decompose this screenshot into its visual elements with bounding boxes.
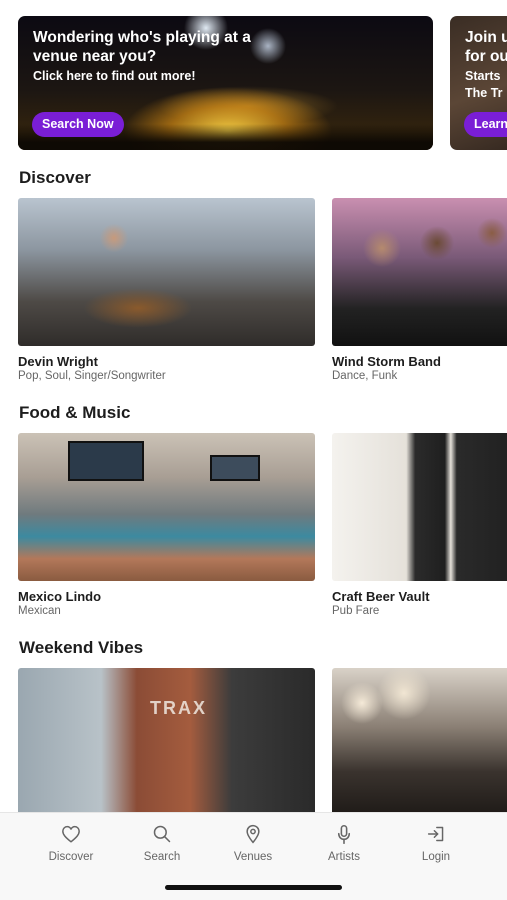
tv-screen — [68, 441, 144, 481]
promo-carousel[interactable]: Wondering who's playing at a venue near … — [18, 16, 507, 150]
venue-photo — [332, 433, 507, 581]
home-indicator — [165, 885, 342, 890]
card-title: Mexico Lindo — [18, 589, 102, 604]
search-now-button[interactable]: Search Now — [32, 112, 124, 137]
section-title-discover: Discover — [19, 168, 91, 187]
learn-more-button[interactable]: Learn — [464, 112, 507, 137]
section-title-weekend-vibes: Weekend Vibes — [19, 638, 144, 657]
venue-photo — [18, 433, 315, 581]
card-subtitle: Pop, Soul, Singer/Songwriter — [18, 370, 166, 382]
card-subtitle: Mexican — [18, 605, 61, 617]
venue-photo — [332, 668, 507, 812]
trax-wall-logo: TRAX — [150, 698, 207, 718]
login-icon — [391, 823, 481, 845]
search-icon — [117, 823, 207, 845]
artist-card-devin-wright[interactable]: Devin Wright Pop, Soul, Singer/Songwrite… — [18, 198, 315, 382]
promo-banner-text: Join u for ou Starts The Tr — [465, 28, 507, 102]
tab-label: Login — [421, 851, 451, 863]
card-subtitle: Pub Fare — [332, 605, 380, 617]
venue-card-weekend-2[interactable] — [332, 668, 507, 812]
artist-photo — [18, 198, 315, 346]
venue-card-craft-beer-vault[interactable]: Craft Beer Vault Pub Fare — [332, 433, 507, 617]
card-title: Craft Beer Vault — [332, 589, 430, 604]
promo-banner-subtitle: Starts The Tr — [465, 69, 503, 100]
artist-card-wind-storm-band[interactable]: Wind Storm Band Dance, Funk — [332, 198, 507, 382]
tab-discover[interactable]: Discover — [26, 823, 116, 863]
venue-card-mexico-lindo[interactable]: Mexico Lindo Mexican — [18, 433, 315, 617]
discover-carousel[interactable]: Devin Wright Pop, Soul, Singer/Songwrite… — [18, 198, 507, 386]
card-title: Devin Wright — [18, 354, 98, 369]
location-pin-icon — [208, 823, 298, 845]
promo-banner-subtitle: Click here to find out more! — [33, 69, 196, 83]
section-title-food-music: Food & Music — [19, 403, 131, 422]
tab-venues[interactable]: Venues — [208, 823, 298, 863]
promo-banner-join[interactable]: Join u for ou Starts The Tr Learn — [450, 16, 507, 150]
tab-label: Venues — [233, 851, 273, 863]
promo-banner-text: Wondering who's playing at a venue near … — [33, 28, 268, 85]
venue-card-trax[interactable]: TRAX — [18, 668, 315, 812]
promo-banner-title: Join u for ou — [465, 29, 507, 65]
weekend-vibes-carousel[interactable]: TRAX — [18, 668, 507, 812]
tab-search[interactable]: Search — [117, 823, 207, 863]
promo-banner-title: Wondering who's playing at a venue near … — [33, 29, 251, 65]
tab-label: Discover — [48, 851, 94, 863]
card-subtitle: Dance, Funk — [332, 370, 398, 382]
artist-photo — [332, 198, 507, 346]
tab-artists[interactable]: Artists — [299, 823, 389, 863]
heart-icon — [26, 823, 116, 845]
card-title: Wind Storm Band — [332, 354, 441, 369]
tab-label: Search — [143, 851, 181, 863]
venue-photo: TRAX — [18, 668, 315, 812]
microphone-icon — [299, 823, 389, 845]
tab-label: Artists — [328, 851, 360, 863]
tab-login[interactable]: Login — [391, 823, 481, 863]
food-music-carousel[interactable]: Mexico Lindo Mexican Craft Beer Vault Pu… — [18, 433, 507, 621]
promo-banner-venue-search[interactable]: Wondering who's playing at a venue near … — [18, 16, 433, 150]
tv-screen — [210, 455, 260, 481]
